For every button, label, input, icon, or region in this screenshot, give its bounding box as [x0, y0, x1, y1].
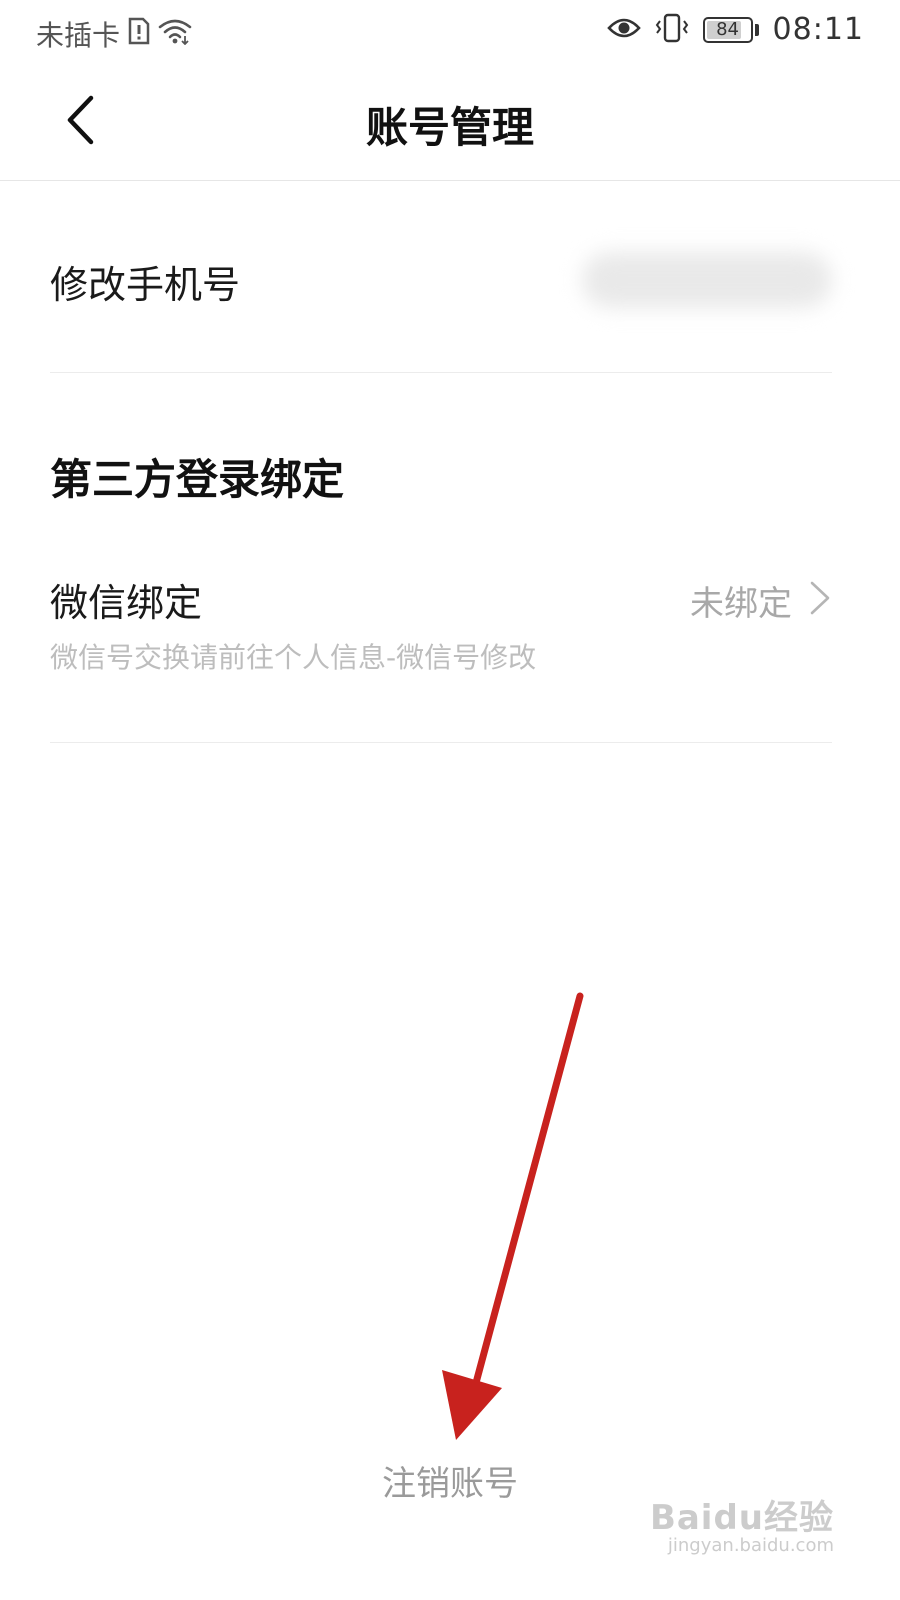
battery-icon: 84: [702, 16, 753, 43]
chevron-right-icon: [808, 580, 832, 616]
page-title: 账号管理: [365, 103, 534, 152]
battery-cap: [754, 23, 759, 36]
wechat-binding-status: 未绑定: [690, 584, 792, 624]
wechat-binding-row[interactable]: 微信绑定 未绑定 微信号交换请前往个人信息-微信号修改: [50, 556, 832, 743]
eye-icon: [606, 16, 641, 44]
section-title-third-party: 第三方登录绑定: [50, 455, 345, 504]
arrow-shaft: [462, 992, 584, 1424]
status-left: 未插卡: [36, 14, 192, 54]
wechat-binding-hint: 微信号交换请前往个人信息-微信号修改: [50, 641, 537, 674]
status-bar: 未插卡 84 08:11: [0, 0, 900, 64]
status-time: 08:11: [772, 12, 864, 47]
wechat-binding-label: 微信绑定: [50, 581, 203, 625]
change-phone-label: 修改手机号: [50, 263, 241, 307]
wifi-icon: [158, 17, 192, 52]
battery-percent: 84: [716, 18, 739, 40]
header: 账号管理: [0, 64, 900, 181]
watermark-url: jingyan.baidu.com: [667, 1535, 834, 1556]
change-phone-row[interactable]: 修改手机号: [50, 182, 832, 373]
status-right: 84 08:11: [606, 12, 864, 47]
sim-alert-icon: [128, 17, 150, 52]
carrier-text: 未插卡: [36, 19, 121, 52]
blurred-phone-number: [582, 252, 832, 308]
vibrate-icon: [655, 13, 689, 47]
baidu-jingyan-watermark: Baidu经验 jingyan.baidu.com: [650, 1490, 834, 1556]
arrow-head: [442, 1370, 502, 1440]
watermark-brand: Baidu经验: [649, 1498, 834, 1538]
